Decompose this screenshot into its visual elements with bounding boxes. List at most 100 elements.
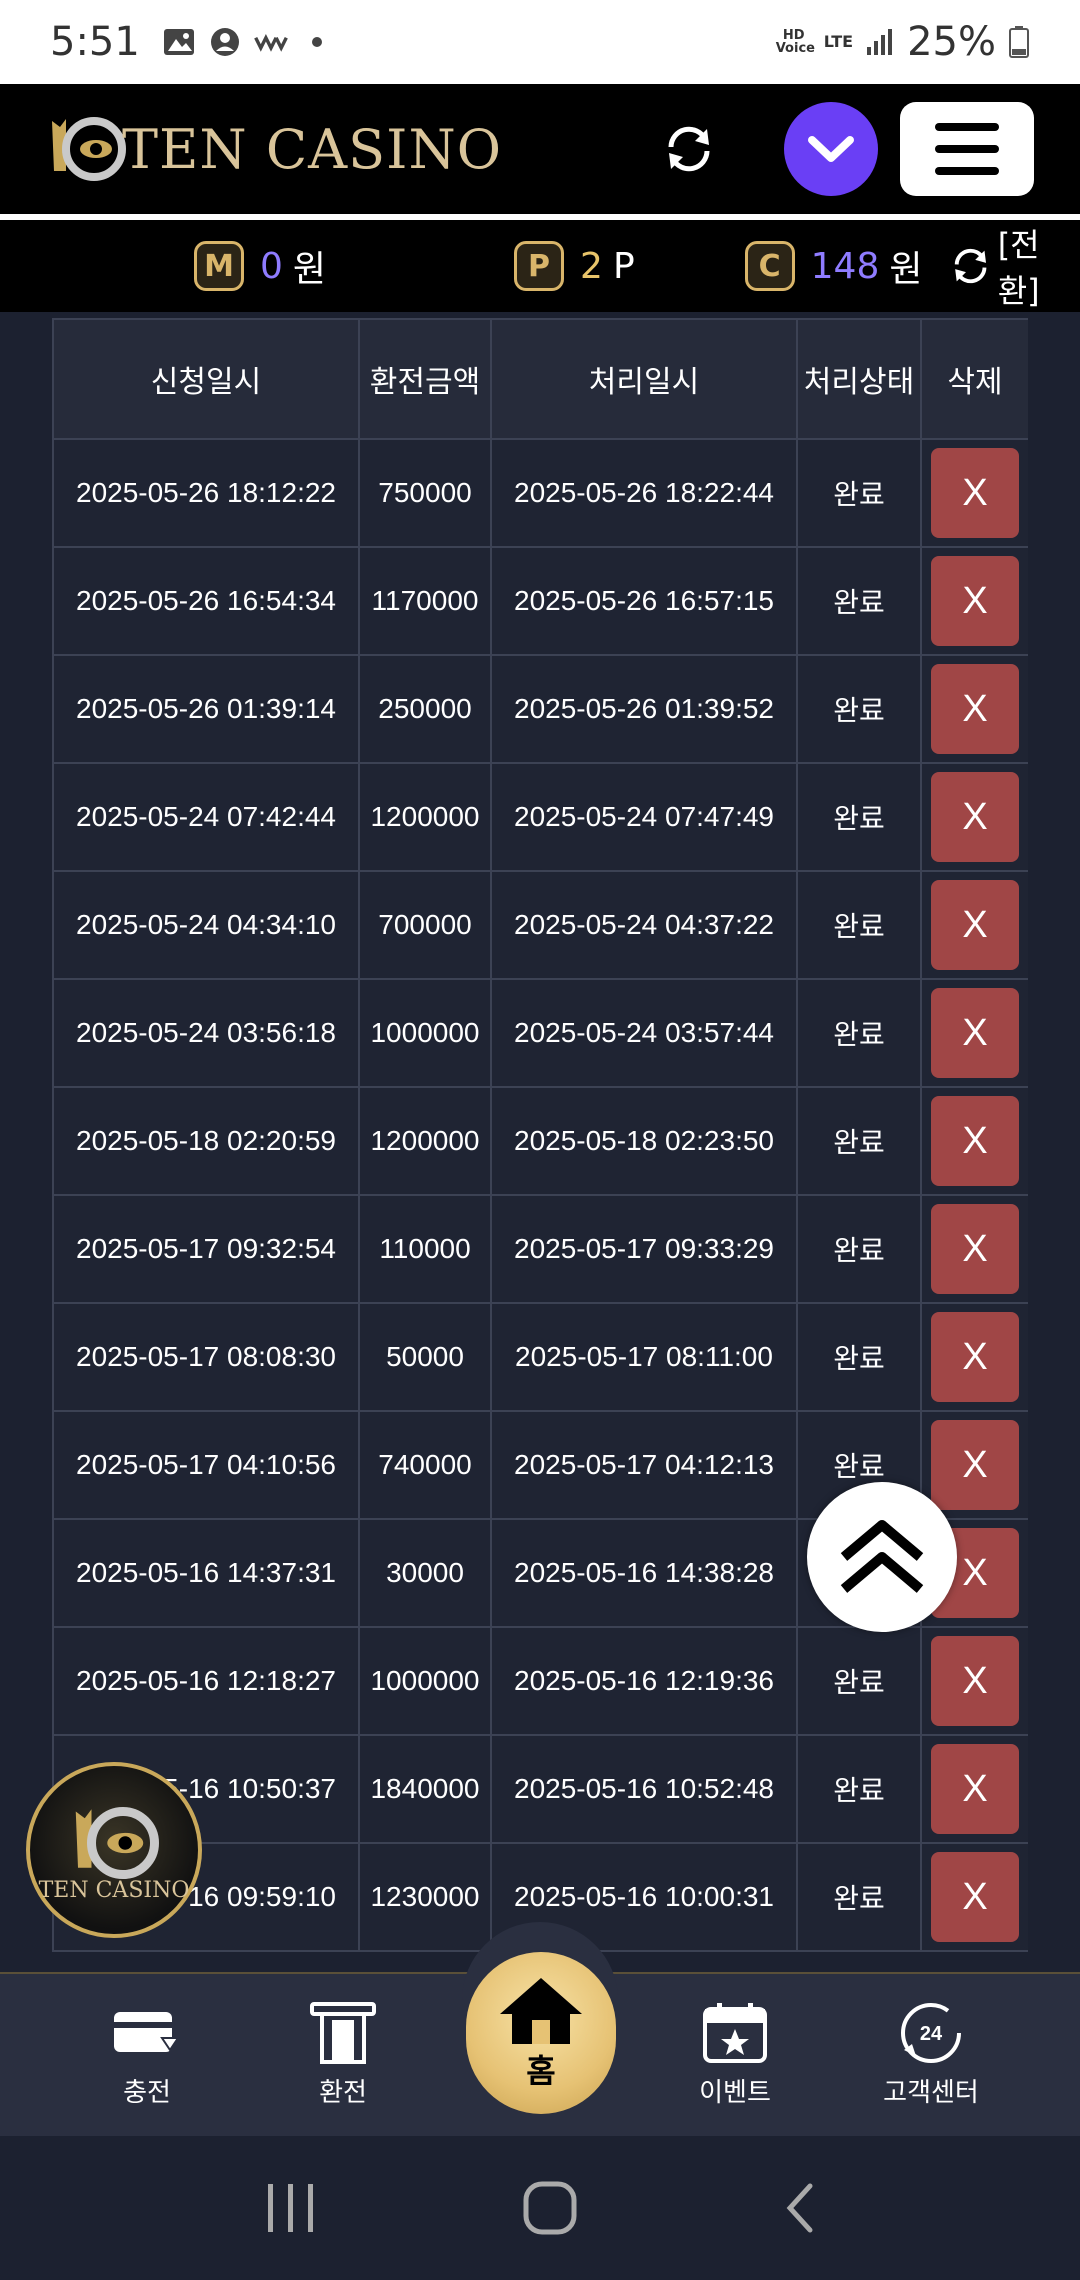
process-time-cell: 2025-05-16 14:38:28	[490, 1518, 798, 1628]
amount-cell: 110000	[358, 1194, 492, 1304]
delete-button[interactable]: X	[931, 1636, 1019, 1726]
logo-mark-icon	[75, 1806, 159, 1879]
back-icon[interactable]	[780, 2178, 820, 2238]
request-time-cell: 2025-05-26 01:39:14	[52, 654, 360, 764]
money-badge: M	[194, 241, 244, 291]
process-time-cell: 2025-05-24 03:57:44	[490, 978, 798, 1088]
site-logo[interactable]: TEN CASINO	[46, 109, 502, 189]
amount-cell: 740000	[358, 1410, 492, 1520]
table-row: 2025-05-26 01:39:14 250000 2025-05-26 01:3…	[52, 654, 1028, 764]
process-time-cell: 2025-05-24 04:37:22	[490, 870, 798, 980]
point-value: 2	[580, 245, 603, 287]
status-cell: 완료	[796, 438, 922, 548]
delete-cell: X	[920, 1086, 1028, 1196]
point-badge: P	[514, 241, 565, 291]
delete-button[interactable]: X	[931, 448, 1019, 538]
dropdown-button[interactable]	[784, 102, 878, 196]
hd-voice-indicator: HD Voice	[775, 28, 815, 56]
battery-percent: 25%	[907, 19, 996, 65]
delete-cell: X	[920, 762, 1028, 872]
process-time-cell: 2025-05-26 16:57:15	[490, 546, 798, 656]
app-root: 5:51 HD Voice LTE 25% TEN CASINO M 0 원 P…	[0, 0, 1080, 2280]
status-cell: 완료	[796, 1842, 922, 1952]
logo-mark-icon	[52, 117, 126, 181]
table-row: 2025-05-24 03:56:18 1000000 2025-05-24 03:…	[52, 978, 1028, 1088]
nav-support[interactable]: 24 고객센터	[856, 2000, 1006, 2109]
request-time-cell: 2025-05-24 07:42:44	[52, 762, 360, 872]
delete-button[interactable]: X	[931, 664, 1019, 754]
gallery-icon	[163, 29, 194, 55]
status-cell: 완료	[796, 870, 922, 980]
amount-cell: 1200000	[358, 762, 492, 872]
nav-event[interactable]: 이벤트	[660, 2000, 810, 2109]
delete-cell: X	[920, 654, 1028, 764]
request-time-cell: 2025-05-18 02:20:59	[52, 1086, 360, 1196]
delete-button[interactable]: X	[931, 772, 1019, 862]
status-cell: 완료	[796, 1194, 922, 1304]
request-time-cell: 2025-05-16 12:18:27	[52, 1626, 360, 1736]
table-row: 2025-05-17 08:08:30 50000 2025-05-17 08:11…	[52, 1302, 1028, 1412]
coin-unit: 원	[889, 249, 923, 290]
amount-cell: 1840000	[358, 1734, 492, 1844]
delete-button[interactable]: X	[931, 1852, 1019, 1942]
menu-button[interactable]	[900, 102, 1034, 196]
table-row: 2025-05-17 09:32:54 110000 2025-05-17 09:3…	[52, 1194, 1028, 1304]
delete-button[interactable]: X	[931, 1204, 1019, 1294]
double-chevron-up-icon	[840, 1520, 924, 1593]
home-circle-icon[interactable]	[520, 2178, 580, 2238]
col-status: 처리상태	[796, 318, 922, 440]
chevron-down-icon	[808, 136, 854, 162]
scroll-top-button[interactable]	[807, 1482, 957, 1632]
delete-cell: X	[920, 1410, 1028, 1520]
nav-charge[interactable]: 충전	[72, 2000, 222, 2109]
process-time-cell: 2025-05-17 08:11:00	[490, 1302, 798, 1412]
support-24-icon: 24	[901, 2003, 961, 2063]
convert-button[interactable]: [전환]	[949, 220, 1080, 312]
delete-button[interactable]: X	[931, 1744, 1019, 1834]
delete-cell: X	[920, 870, 1028, 980]
dot-icon	[311, 37, 322, 47]
refresh-icon	[668, 126, 710, 172]
amount-cell: 700000	[358, 870, 492, 980]
request-time-cell: 2025-05-17 08:08:30	[52, 1302, 360, 1412]
money-unit: 원	[292, 249, 327, 290]
delete-cell: X	[920, 546, 1028, 656]
app-notification-icon	[254, 33, 288, 52]
process-time-cell: 2025-05-17 04:12:13	[490, 1410, 798, 1520]
coin-balance: C 148 원	[744, 240, 923, 292]
money-balance: M 0 원	[194, 240, 326, 292]
amount-cell: 30000	[358, 1518, 492, 1628]
delete-button[interactable]: X	[931, 1420, 1019, 1510]
coin-value: 148	[810, 245, 880, 287]
table-row: 2025-05-26 18:12:22 750000 2025-05-26 18:2…	[52, 438, 1028, 548]
delete-button[interactable]: X	[931, 1096, 1019, 1186]
table-row: 2025-05-16 10:50:37 1840000 2025-05-16 10:…	[52, 1734, 1028, 1844]
request-time-cell: 2025-05-26 16:54:34	[52, 546, 360, 656]
table-row: 2025-05-26 16:54:34 1170000 2025-05-26 16:…	[52, 546, 1028, 656]
nav-home-label: 홈	[526, 2052, 556, 2090]
delete-button[interactable]: X	[931, 1312, 1019, 1402]
refresh-button[interactable]	[654, 114, 724, 184]
request-time-cell: 2025-05-17 09:32:54	[52, 1194, 360, 1304]
delete-button[interactable]: X	[931, 556, 1019, 646]
amount-cell: 1200000	[358, 1086, 492, 1196]
nav-exchange[interactable]: 환전	[268, 2000, 418, 2109]
delete-cell: X	[920, 978, 1028, 1088]
status-time: 5:51	[50, 19, 140, 65]
process-time-cell: 2025-05-26 01:39:52	[490, 654, 798, 764]
col-process-time: 처리일시	[490, 318, 798, 440]
process-time-cell: 2025-05-16 10:52:48	[490, 1734, 798, 1844]
exchange-history-table: 신청일시 환전금액 처리일시 처리상태 삭제 2025-05-26 18:12:…	[52, 318, 1028, 1978]
col-request-time: 신청일시	[52, 318, 360, 440]
recent-apps-icon[interactable]	[260, 2180, 320, 2236]
delete-button[interactable]: X	[931, 880, 1019, 970]
nav-home[interactable]: 홈	[466, 1952, 616, 2114]
nav-charge-label: 충전	[123, 2078, 171, 2108]
status-cell: 완료	[796, 762, 922, 872]
process-time-cell: 2025-05-24 07:47:49	[490, 762, 798, 872]
table-row: 2025-05-16 12:18:27 1000000 2025-05-16 12:…	[52, 1626, 1028, 1736]
delete-button[interactable]: X	[931, 988, 1019, 1078]
status-cell: 완료	[796, 978, 922, 1088]
amount-cell: 50000	[358, 1302, 492, 1412]
floating-logo-button[interactable]: TEN CASINO	[26, 1762, 202, 1938]
